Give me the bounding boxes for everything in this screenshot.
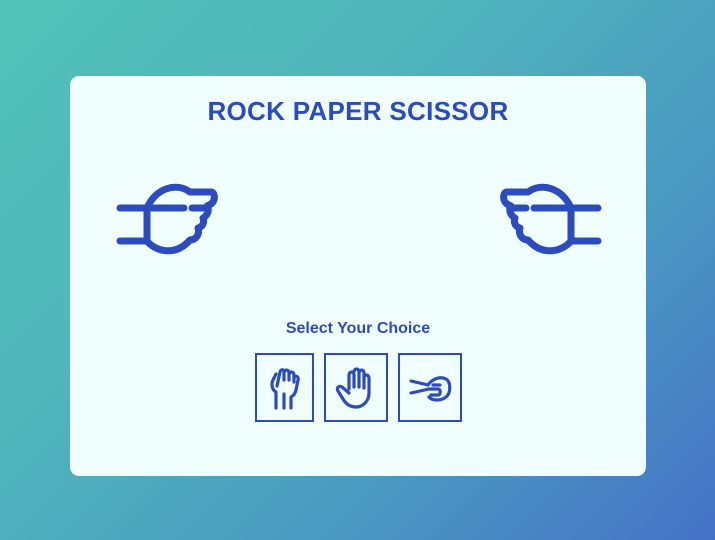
computer-hand [496,178,604,262]
choice-buttons [70,353,646,422]
game-card: ROCK PAPER SCISSOR Select Your Choice [70,76,646,476]
paper-hand-icon [335,366,371,409]
scissors-hand-icon [116,183,218,255]
rock-hand-icon [269,367,300,410]
game-title: ROCK PAPER SCISSOR [207,96,509,126]
choice-prompt: Select Your Choice [285,320,431,337]
paper-button[interactable] [324,353,388,422]
scissors-hand-icon [409,375,452,402]
scissor-button[interactable] [398,353,462,422]
rock-button[interactable] [255,353,314,422]
scissors-hand-icon [500,183,602,255]
player-hand [114,178,222,262]
